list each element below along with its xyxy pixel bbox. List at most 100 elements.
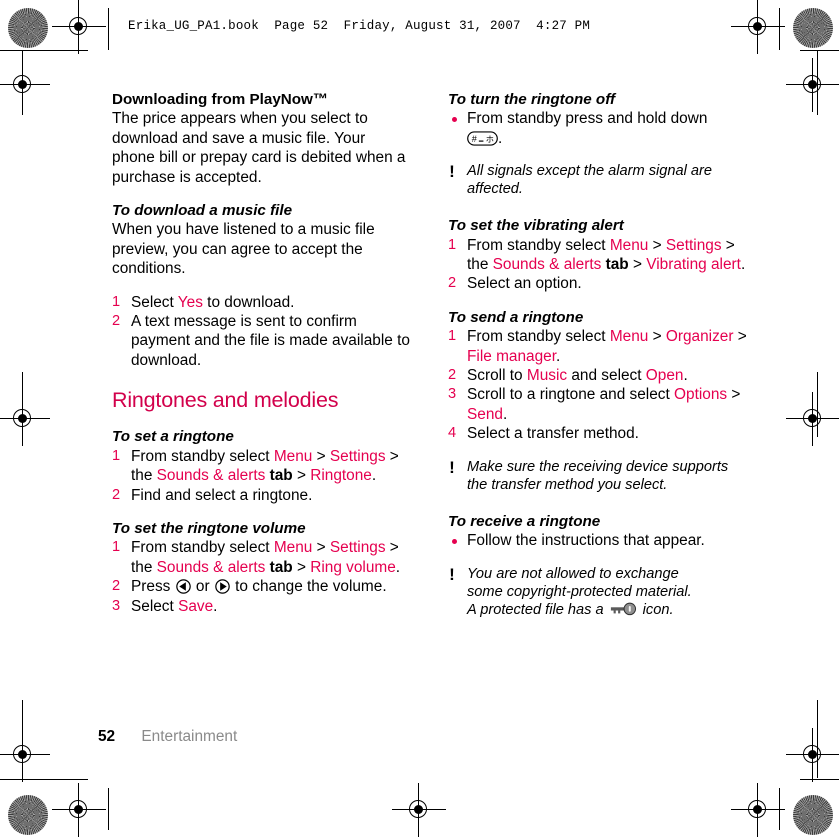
text-run: .: [213, 597, 218, 615]
list-item: From standby select Menu > Settings > th…: [112, 538, 412, 577]
set-ringtone-steps: From standby select Menu > Settings > th…: [112, 447, 412, 506]
step-text: Select an option.: [467, 275, 582, 292]
list-item: Select an option.: [448, 274, 748, 294]
ringtone-off-instruction: From standby press and hold down # ホ.: [467, 110, 708, 147]
step-text: From standby select Menu > Settings > th…: [131, 448, 399, 484]
playnow-body: The price appears when you select to dow…: [112, 110, 406, 186]
text-run: .: [740, 256, 746, 274]
ui-term: Open: [645, 367, 684, 385]
trim-rule-bottom-right-vertical: [779, 788, 780, 830]
ui-term: Sounds & alerts: [156, 558, 266, 576]
text-run: to download.: [202, 293, 295, 311]
hash-key-icon: # ホ: [467, 131, 498, 146]
text-run: >: [628, 256, 647, 274]
receive-ringtone-heading: To receive a ringtone: [448, 512, 601, 530]
note-line-2: some copyright-protected material.: [467, 583, 692, 600]
caution-icon: !: [449, 162, 455, 182]
densitometer-mark-top-right: [793, 8, 833, 48]
registration-target-right: [786, 58, 839, 112]
caution-icon: !: [449, 564, 455, 584]
ui-term: Menu: [273, 539, 313, 557]
ui-term: Send: [467, 405, 503, 423]
text-run: From standby select: [467, 328, 610, 346]
bullet-text: Follow the instructions that appear.: [467, 532, 705, 550]
trim-rule-right-vertical-low: [817, 700, 818, 778]
text-run: >: [292, 558, 311, 576]
text-run: .: [502, 405, 508, 423]
list-item: From standby select Menu > Organizer > F…: [448, 327, 748, 366]
ui-term: Sounds & alerts: [156, 467, 266, 485]
text-run: >: [312, 539, 330, 557]
text-run: >: [733, 328, 747, 346]
step-text: Press or to change the volume.: [131, 578, 387, 595]
text-run: >: [648, 328, 666, 346]
ui-term: Menu: [609, 328, 649, 346]
note-all-signals: ! All signals except the alarm signal ar…: [448, 162, 748, 198]
book-slug-line: Erika_UG_PA1.book Page 52 Friday, August…: [128, 19, 591, 33]
step-text: Select a transfer method.: [467, 425, 639, 442]
text-run: or: [191, 578, 214, 596]
download-music-steps: Select Yes to download. A text message i…: [112, 293, 412, 371]
trim-rule-bottom-left-horizontal: [0, 779, 88, 780]
playnow-heading: Downloading from PlayNow™: [112, 91, 329, 108]
note-line-1: You are not allowed to exchange: [467, 565, 679, 582]
list-item: Select Save.: [112, 597, 412, 617]
registration-target-bottom-center: [392, 783, 446, 837]
ui-term: Yes: [177, 293, 203, 311]
list-item: Press or to change the volume.: [112, 577, 412, 597]
note-text: You are not allowed to exchange some cop…: [467, 566, 692, 618]
list-item: Scroll to Music and select Open.: [448, 366, 748, 386]
nav-right-key-icon: [215, 579, 230, 594]
note-transfer-method: ! Make sure the receiving device support…: [448, 458, 748, 494]
step-text: From standby select Menu > Organizer > F…: [467, 328, 747, 364]
trim-rule-left-vertical: [22, 50, 23, 115]
text-run: and select: [567, 367, 646, 385]
ui-term: Ring volume: [310, 558, 396, 576]
registration-target-top-left: [52, 0, 106, 54]
text-run: Select: [131, 597, 179, 615]
registration-target-bottom-right: [786, 728, 839, 782]
text-run: >: [648, 236, 666, 254]
text-run: .: [371, 467, 377, 485]
ui-term: Settings: [329, 539, 386, 557]
ui-term: Ringtone: [310, 467, 372, 485]
vibrating-alert-heading: To set the vibrating alert: [448, 217, 624, 235]
ui-term: Settings: [329, 447, 386, 465]
text-run: >: [312, 447, 330, 465]
trim-rule-bottom-right-horizontal: [800, 779, 839, 780]
list-item: Find and select a ringtone.: [112, 486, 412, 506]
text-run: Scroll to: [467, 367, 527, 385]
text-run: Select: [131, 293, 178, 311]
step-text: From standby select Menu > Settings > th…: [467, 237, 745, 273]
trim-rule-top-right-vertical: [779, 8, 780, 50]
page-number: 52: [98, 728, 116, 745]
download-music-heading: To download a music file: [112, 202, 293, 220]
ringtone-off-bullets: From standby press and hold down # ホ.: [448, 109, 748, 148]
ui-term: File manager: [467, 347, 556, 365]
list-item: Select Yes to download.: [112, 293, 412, 313]
chapter-name: Entertainment: [141, 728, 238, 745]
ui-term: Vibrating alert: [646, 256, 741, 274]
text-run: From standby select: [131, 447, 274, 465]
trim-rule-top-right-horizontal: [800, 50, 839, 51]
list-item: Select a transfer method.: [448, 424, 748, 444]
ui-term: Options: [674, 386, 728, 404]
list-item: From standby select Menu > Settings > th…: [112, 447, 412, 486]
ui-term: Menu: [609, 236, 649, 254]
note-line-3: A protected file has a icon.: [467, 601, 674, 618]
send-ringtone-heading: To send a ringtone: [448, 308, 584, 326]
text-run: Find and select a ringtone.: [131, 486, 313, 504]
text-run: Press: [131, 578, 175, 596]
ui-term: Save: [178, 597, 214, 615]
list-item: A text message is sent to confirm paymen…: [112, 312, 412, 370]
text-run: A text message is sent to confirm paymen…: [131, 313, 410, 369]
registration-target-right-lower: [786, 392, 839, 446]
registration-target-bottom-center-right: [731, 783, 785, 837]
registration-target-left-lower: [0, 392, 50, 446]
list-item: From standby press and hold down # ホ.: [448, 109, 748, 148]
note-text: All signals except the alarm signal are …: [467, 163, 712, 198]
download-music-body: When you have listened to a music file p…: [112, 221, 375, 278]
densitometer-mark-top-left: [8, 8, 48, 48]
ui-term: Sounds & alerts: [492, 256, 602, 274]
trim-rule-top-left-vertical: [108, 8, 109, 50]
